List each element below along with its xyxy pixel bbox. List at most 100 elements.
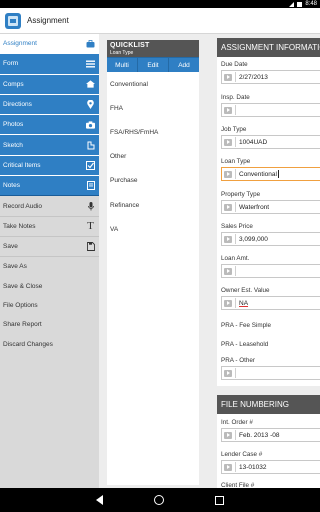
briefcase-icon <box>86 39 95 48</box>
checkbox-icon <box>86 160 95 170</box>
loan-type-input[interactable]: Conventional <box>221 167 320 181</box>
job-type-field: Job Type 1004UAD <box>221 125 320 149</box>
edit-button[interactable]: Edit <box>138 58 169 72</box>
app-logo-icon[interactable] <box>5 12 21 29</box>
int-order-input[interactable]: Feb. 2013 -08 <box>221 428 320 442</box>
quicklist-subtitle: Loan Type <box>110 50 134 56</box>
quicklist-arrow-icon[interactable] <box>224 138 232 146</box>
save-and-close-button[interactable]: Save & Close <box>0 277 99 296</box>
quicklist-arrow-icon[interactable] <box>224 106 232 114</box>
file-options-button[interactable]: File Options <box>0 296 99 315</box>
pra-leasehold-field: PRA - Leasehold <box>221 340 320 349</box>
quicklist-panel: QUICKLIST Loan Type Multi Edit Add Conve… <box>107 40 199 485</box>
notes-icon <box>86 181 95 191</box>
quicklist-arrow-icon[interactable] <box>224 203 232 211</box>
sidebar-item-label: Form <box>3 60 19 68</box>
pra-other-input[interactable] <box>221 366 320 380</box>
sidebar-item-directions[interactable]: Directions <box>0 94 99 116</box>
field-value: Feb. 2013 -08 <box>239 431 280 439</box>
sidebar-item-assignment[interactable]: Assignment <box>0 34 99 55</box>
sidebar-item-label: Comps <box>3 80 24 88</box>
map-pin-icon <box>86 100 95 110</box>
quicklist-item[interactable]: Purchase <box>107 169 199 193</box>
insp-date-field: Insp. Date <box>221 93 320 117</box>
sidebar-item-label: Directions <box>3 101 32 109</box>
sidebar-item-notes[interactable]: Notes <box>0 176 99 197</box>
system-nav-bar <box>0 488 320 512</box>
field-label: Job Type <box>221 126 247 133</box>
quicklist-arrow-icon[interactable] <box>224 267 232 275</box>
quicklist-item[interactable]: Refinance <box>107 193 199 217</box>
field-label[interactable]: PRA - Fee Simple <box>221 321 320 330</box>
save-icon <box>86 242 95 252</box>
quicklist-item[interactable]: Other <box>107 145 199 169</box>
file-numbering-panel: FILE NUMBERING Int. Order # Feb. 2013 -0… <box>217 395 320 489</box>
sidebar-item-label: Notes <box>3 182 20 190</box>
job-type-input[interactable]: 1004UAD <box>221 135 320 149</box>
status-bar: 8:48 <box>0 0 320 8</box>
record-audio-button[interactable]: Record Audio <box>0 196 99 217</box>
field-label: Int. Order # <box>221 419 253 426</box>
camera-icon <box>86 120 95 129</box>
sales-price-input[interactable]: 3,099,000 <box>221 232 320 246</box>
quicklist-arrow-icon[interactable] <box>224 73 232 81</box>
due-date-input[interactable]: 2/27/2013 <box>221 70 320 84</box>
app-bar: Assignment <box>0 8 320 34</box>
field-value: Conventional <box>239 170 277 178</box>
sidebar-item-sketch[interactable]: Sketch <box>0 135 99 156</box>
microphone-icon <box>86 201 95 211</box>
field-label: Lender Case # <box>221 451 263 458</box>
sidebar-item-comps[interactable]: Comps <box>0 74 99 95</box>
quicklist-arrow-icon[interactable] <box>224 463 232 471</box>
property-type-input[interactable]: Waterfront <box>221 200 320 214</box>
quicklist-item[interactable]: VA <box>107 217 199 241</box>
text-cursor <box>277 170 279 178</box>
app-title: Assignment <box>27 16 69 25</box>
back-icon[interactable] <box>95 495 103 505</box>
quicklist-arrow-icon[interactable] <box>224 170 232 178</box>
multi-button[interactable]: Multi <box>107 58 138 72</box>
battery-icon <box>297 1 303 7</box>
list-icon <box>86 59 95 68</box>
save-as-button[interactable]: Save As <box>0 257 99 276</box>
wifi-icon <box>289 1 295 7</box>
take-notes-button[interactable]: Take Notes T <box>0 217 99 237</box>
home-circle-icon[interactable] <box>153 495 164 505</box>
field-label: PRA - Other <box>221 357 255 364</box>
sidebar-item-photos[interactable]: Photos <box>0 115 99 136</box>
assignment-information-panel: ASSIGNMENT INFORMATION Due Date 2/27/201… <box>217 38 320 386</box>
share-report-button[interactable]: Share Report <box>0 315 99 334</box>
action-label: Take Notes <box>3 222 36 230</box>
sidebar-item-form[interactable]: Form <box>0 54 99 75</box>
sales-price-field: Sales Price 3,099,000 <box>221 222 320 246</box>
quicklist-item[interactable]: FSA/RHS/FmHA <box>107 120 199 144</box>
field-label: Insp. Date <box>221 94 250 101</box>
quicklist-item[interactable]: Conventional <box>107 72 199 96</box>
lender-case-input[interactable]: 13-01032 <box>221 460 320 474</box>
sidebar-item-label: Photos <box>3 121 24 129</box>
field-value: Waterfront <box>239 203 270 211</box>
field-value: 2/27/2013 <box>239 73 268 81</box>
loan-amt-input[interactable] <box>221 264 320 278</box>
sidebar-item-critical-items[interactable]: Critical Items <box>0 155 99 177</box>
loan-amt-field: Loan Amt. <box>221 254 320 278</box>
quicklist-arrow-icon[interactable] <box>224 299 232 307</box>
quicklist-arrow-icon[interactable] <box>224 235 232 243</box>
field-value: 13-01032 <box>239 463 267 471</box>
recent-apps-icon[interactable] <box>215 495 225 505</box>
text-icon: T <box>87 220 94 233</box>
quicklist-item[interactable]: FHA <box>107 96 199 120</box>
discard-changes-button[interactable]: Discard Changes <box>0 334 99 353</box>
field-label: Sales Price <box>221 223 253 230</box>
add-button[interactable]: Add <box>169 58 199 72</box>
action-label: Save <box>3 243 18 251</box>
sidebar-item-label: Critical Items <box>3 161 41 169</box>
insp-date-input[interactable] <box>221 103 320 117</box>
save-button[interactable]: Save <box>0 237 99 258</box>
field-label[interactable]: PRA - Leasehold <box>221 340 320 349</box>
lender-case-field: Lender Case # 13-01032 <box>221 450 320 474</box>
quicklist-arrow-icon[interactable] <box>224 431 232 439</box>
action-label: Record Audio <box>3 202 43 210</box>
quicklist-arrow-icon[interactable] <box>224 369 232 377</box>
owner-est-value-input[interactable]: NA <box>221 296 320 310</box>
